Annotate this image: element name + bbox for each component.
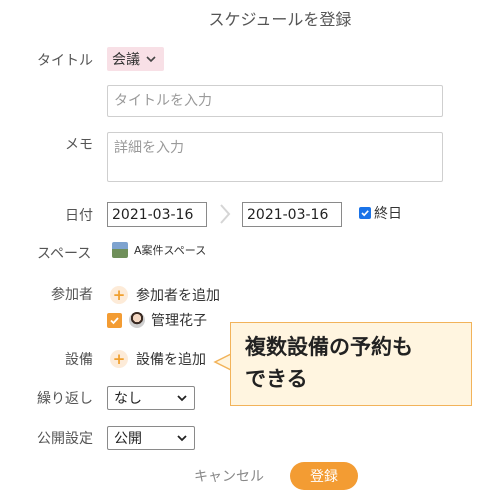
- allday-label: 終日: [374, 206, 402, 222]
- participants-label: 参加者: [51, 287, 93, 303]
- avatar: [129, 312, 145, 328]
- register-button[interactable]: 登録: [290, 462, 358, 490]
- chevron-down-icon: [146, 56, 156, 63]
- chevron-down-icon: [177, 395, 187, 402]
- title-label: タイトル: [37, 53, 93, 69]
- space-thumbnail-icon: [112, 242, 128, 258]
- feature-callout: 複数設備の予約も できる: [230, 322, 472, 406]
- add-equipment-button[interactable]: + 設備を追加: [110, 349, 206, 369]
- memo-input[interactable]: [107, 132, 443, 182]
- chevron-down-icon: [177, 435, 187, 442]
- category-value: 会議: [112, 52, 140, 68]
- plus-icon: +: [110, 286, 128, 304]
- visibility-select[interactable]: 公開: [107, 426, 195, 450]
- equipment-label: 設備: [65, 352, 93, 368]
- visibility-label: 公開設定: [37, 431, 93, 447]
- start-date-input[interactable]: [107, 202, 207, 227]
- add-participant-button[interactable]: + 参加者を追加: [110, 285, 220, 305]
- space-label: スペース: [37, 246, 92, 262]
- participant-item[interactable]: 管理花子: [107, 310, 207, 330]
- callout-line-1: 複数設備の予約も: [245, 335, 413, 359]
- space-name: A案件スペース: [134, 244, 207, 257]
- allday-checkbox[interactable]: 終日: [359, 203, 402, 223]
- checkbox-checked-icon: [359, 207, 371, 219]
- category-select[interactable]: 会議: [107, 47, 164, 71]
- repeat-select[interactable]: なし: [107, 386, 195, 410]
- repeat-label: 繰り返し: [37, 391, 93, 407]
- chevron-right-icon: [220, 204, 231, 224]
- cancel-button[interactable]: キャンセル: [194, 466, 264, 486]
- title-input[interactable]: [107, 85, 443, 117]
- end-date-input[interactable]: [242, 202, 342, 227]
- visibility-value: 公開: [114, 431, 142, 447]
- plus-icon: +: [110, 350, 128, 368]
- repeat-value: なし: [114, 391, 142, 407]
- space-value[interactable]: A案件スペース: [112, 242, 206, 258]
- add-participant-label: 参加者を追加: [136, 288, 220, 304]
- callout-line-2: できる: [245, 367, 308, 391]
- participant-name: 管理花子: [151, 313, 207, 329]
- add-equipment-label: 設備を追加: [136, 352, 206, 368]
- checkbox-checked-icon[interactable]: [107, 312, 122, 328]
- date-label: 日付: [65, 208, 93, 224]
- memo-label: メモ: [65, 137, 93, 153]
- page-title: スケジュールを登録: [208, 10, 352, 29]
